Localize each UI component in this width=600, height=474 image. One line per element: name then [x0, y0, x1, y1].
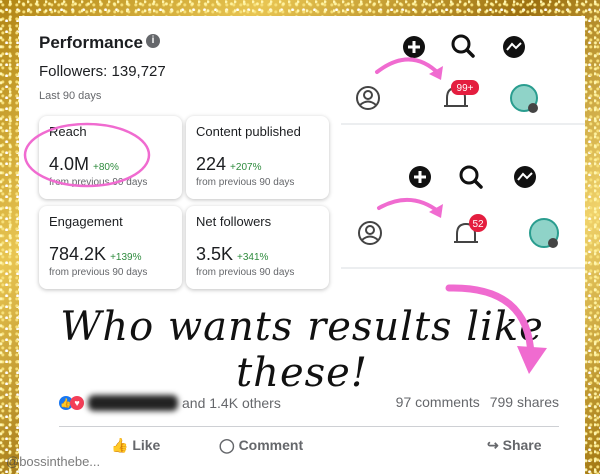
add-icon — [409, 166, 431, 188]
engagement-counts: 97 comments 799 shares — [386, 394, 559, 410]
search-icon — [451, 34, 475, 58]
reactions-summary[interactable]: 👍 ♥ and 1.4K others — [59, 394, 281, 412]
redacted-name — [88, 394, 178, 411]
notification-badge: 99+ — [457, 83, 474, 94]
screenshot-collage: Performance i Followers: 139,727 Last 90… — [19, 16, 585, 474]
metric-value: 3.5K +341% — [196, 244, 268, 265]
metric-value: 784.2K +139% — [49, 244, 141, 265]
metric-label: Content published — [196, 124, 301, 139]
avatar — [529, 218, 559, 248]
metric-change: +139% — [110, 252, 142, 263]
love-reaction-icon: ♥ — [70, 395, 84, 410]
shares-count[interactable]: 799 shares — [490, 394, 559, 410]
performance-title: Performance — [39, 33, 143, 52]
search-icon — [459, 165, 483, 189]
avatar — [510, 84, 538, 113]
messenger-icon — [503, 36, 525, 58]
comment-button[interactable]: ◯ Comment — [219, 437, 303, 454]
nav-icons-bottom: 52 — [341, 165, 585, 269]
pink-arrow — [377, 197, 441, 214]
highlight-circle — [23, 122, 151, 188]
metric-value: 224 +207% — [196, 154, 261, 175]
metric-number: 784.2K — [49, 244, 107, 264]
period-label: Last 90 days — [39, 90, 102, 102]
comment-label: Comment — [238, 437, 304, 453]
add-icon — [403, 36, 425, 58]
metric-number: 3.5K — [196, 244, 234, 264]
metric-card-net-followers[interactable]: Net followers 3.5K +341% from previous 90… — [186, 206, 329, 289]
info-icon[interactable]: i — [146, 34, 160, 48]
metric-label: Net followers — [196, 214, 272, 229]
post-actions: 👍 Like ◯ Comment ↪ Share — [59, 426, 559, 461]
reactions-text: and 1.4K others — [182, 394, 281, 411]
notification-badge: 52 — [472, 219, 484, 230]
metric-change: +341% — [237, 252, 269, 263]
pink-arrow — [375, 57, 441, 76]
metric-subtext: from previous 90 days — [196, 267, 295, 278]
metric-card-content-published[interactable]: Content published 224 +207% from previous… — [186, 116, 329, 199]
like-button[interactable]: 👍 Like — [111, 437, 160, 454]
metric-subtext: from previous 90 days — [49, 267, 148, 278]
watermark: @bossinthebe... — [6, 454, 101, 469]
share-button[interactable]: ↪ Share — [487, 437, 542, 454]
like-label: Like — [132, 437, 161, 453]
thumbs-up-icon: 👍 — [111, 437, 133, 453]
metric-label: Engagement — [49, 214, 123, 229]
profile-icon — [358, 221, 382, 245]
messenger-icon — [514, 166, 536, 188]
metric-change: +207% — [230, 162, 262, 173]
metric-number: 224 — [196, 154, 227, 174]
post-footer: 👍 ♥ and 1.4K others 97 comments 799 shares … — [59, 380, 559, 474]
followers-count: Followers: 139,727 — [39, 63, 166, 80]
profile-icon — [356, 86, 380, 110]
metric-subtext: from previous 90 days — [196, 177, 295, 188]
share-label: Share — [502, 437, 542, 453]
nav-icons-top: 99+ — [341, 34, 585, 125]
share-arrow-icon: ↪ — [487, 437, 503, 453]
pink-arrow-large — [445, 284, 547, 374]
comment-bubble-icon: ◯ — [219, 437, 239, 453]
comments-count[interactable]: 97 comments — [396, 394, 480, 410]
metric-card-engagement[interactable]: Engagement 784.2K +139% from previous 90 … — [39, 206, 182, 289]
performance-panel: Performance i Followers: 139,727 Last 90… — [19, 16, 335, 316]
